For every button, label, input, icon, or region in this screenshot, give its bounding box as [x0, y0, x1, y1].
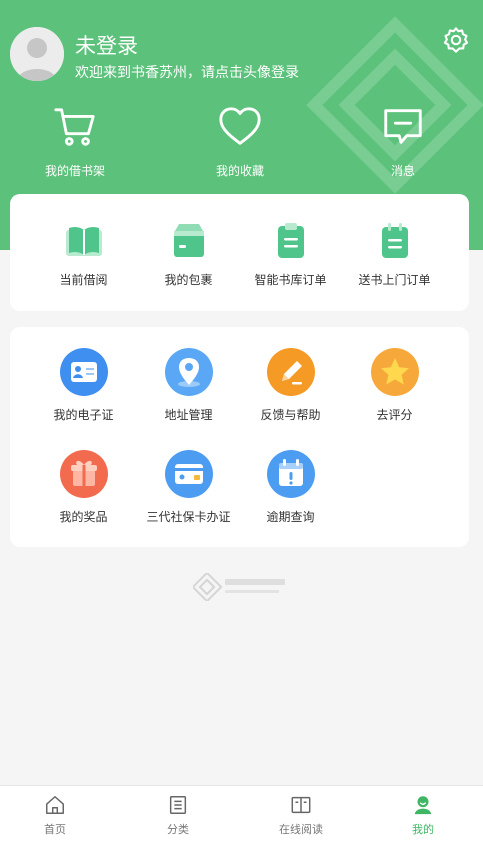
clipboard-icon: [277, 223, 304, 258]
social-security-card-button[interactable]: 三代社保卡办证: [131, 450, 246, 525]
my-bookshelf-button[interactable]: 我的借书架: [15, 100, 135, 184]
feedback-help-button[interactable]: 反馈与帮助: [233, 348, 348, 423]
library-logo: [193, 573, 285, 601]
feedback-help-label: 反馈与帮助: [260, 408, 321, 422]
tab-online-reading-label: 在线阅读: [279, 823, 323, 836]
my-package-label: 我的包裹: [164, 273, 213, 287]
overdue-query-button[interactable]: 逾期查询: [233, 450, 348, 525]
top-actions: 我的借书架 我的收藏 消息: [0, 100, 483, 184]
address-management-label: 地址管理: [164, 408, 213, 422]
calendar-alert-icon: [266, 450, 315, 498]
my-package-button[interactable]: 我的包裹: [131, 221, 246, 288]
social-security-card-label: 三代社保卡办证: [146, 510, 231, 524]
pencil-icon: [266, 348, 315, 396]
heart-icon: [219, 107, 261, 145]
star-icon: [370, 348, 419, 396]
message-icon: [384, 109, 422, 144]
current-borrowing-label: 当前借阅: [59, 273, 108, 287]
bottom-tab-bar: 首页 分类 在线阅读 我的: [0, 785, 483, 842]
e-card-button[interactable]: 我的电子证: [26, 348, 141, 423]
tab-category-label: 分类: [167, 823, 189, 836]
notepad-icon: [381, 223, 408, 258]
gift-icon: [59, 450, 108, 498]
current-borrowing-button[interactable]: 当前借阅: [26, 221, 141, 288]
home-delivery-orders-label: 送书上门订单: [358, 273, 431, 287]
my-prizes-label: 我的奖品: [59, 510, 108, 524]
tab-mine-label: 我的: [412, 823, 434, 836]
card-icon: [164, 450, 213, 498]
my-favorites-button[interactable]: 我的收藏: [180, 100, 300, 184]
smart-library-orders-button[interactable]: 智能书库订单: [233, 221, 348, 288]
home-icon: [46, 796, 64, 814]
my-bookshelf-label: 我的借书架: [44, 164, 105, 178]
gear-icon[interactable]: [442, 26, 470, 54]
my-prizes-button[interactable]: 我的奖品: [26, 450, 141, 525]
avatar[interactable]: [10, 27, 64, 81]
user-avatar-icon: [10, 27, 64, 81]
messages-button[interactable]: 消息: [343, 100, 463, 184]
package-icon: [173, 224, 204, 257]
rate-button[interactable]: 去评分: [337, 348, 452, 423]
tab-mine[interactable]: 我的: [363, 786, 483, 842]
smart-library-orders-label: 智能书库订单: [254, 273, 327, 287]
my-favorites-label: 我的收藏: [215, 164, 264, 178]
location-pin-icon: [164, 348, 213, 396]
quick-menu-card: 当前借阅 我的包裹 智能书库订单 送书上门订单: [10, 194, 469, 311]
list-icon: [169, 796, 187, 814]
user-icon: [414, 796, 432, 815]
services-card: 我的电子证 地址管理 反馈与帮助 去评分 我的奖品 三代社保卡办证 逾期查询: [10, 327, 469, 547]
address-management-button[interactable]: 地址管理: [131, 348, 246, 423]
messages-label: 消息: [390, 164, 415, 178]
shopping-cart-icon: [54, 108, 95, 146]
tab-home-label: 首页: [44, 823, 66, 836]
tab-online-reading[interactable]: 在线阅读: [241, 786, 361, 842]
book-icon: [291, 796, 311, 814]
login-status-title[interactable]: 未登录: [75, 30, 138, 60]
rate-label: 去评分: [376, 408, 413, 422]
open-book-icon: [65, 226, 102, 256]
e-card-label: 我的电子证: [53, 408, 114, 422]
login-hint: 欢迎来到书香苏州，请点击头像登录: [75, 65, 299, 81]
id-card-icon: [59, 348, 108, 396]
tab-home[interactable]: 首页: [0, 786, 115, 842]
tab-category[interactable]: 分类: [118, 786, 238, 842]
overdue-query-label: 逾期查询: [266, 510, 315, 524]
home-delivery-orders-button[interactable]: 送书上门订单: [337, 221, 452, 288]
